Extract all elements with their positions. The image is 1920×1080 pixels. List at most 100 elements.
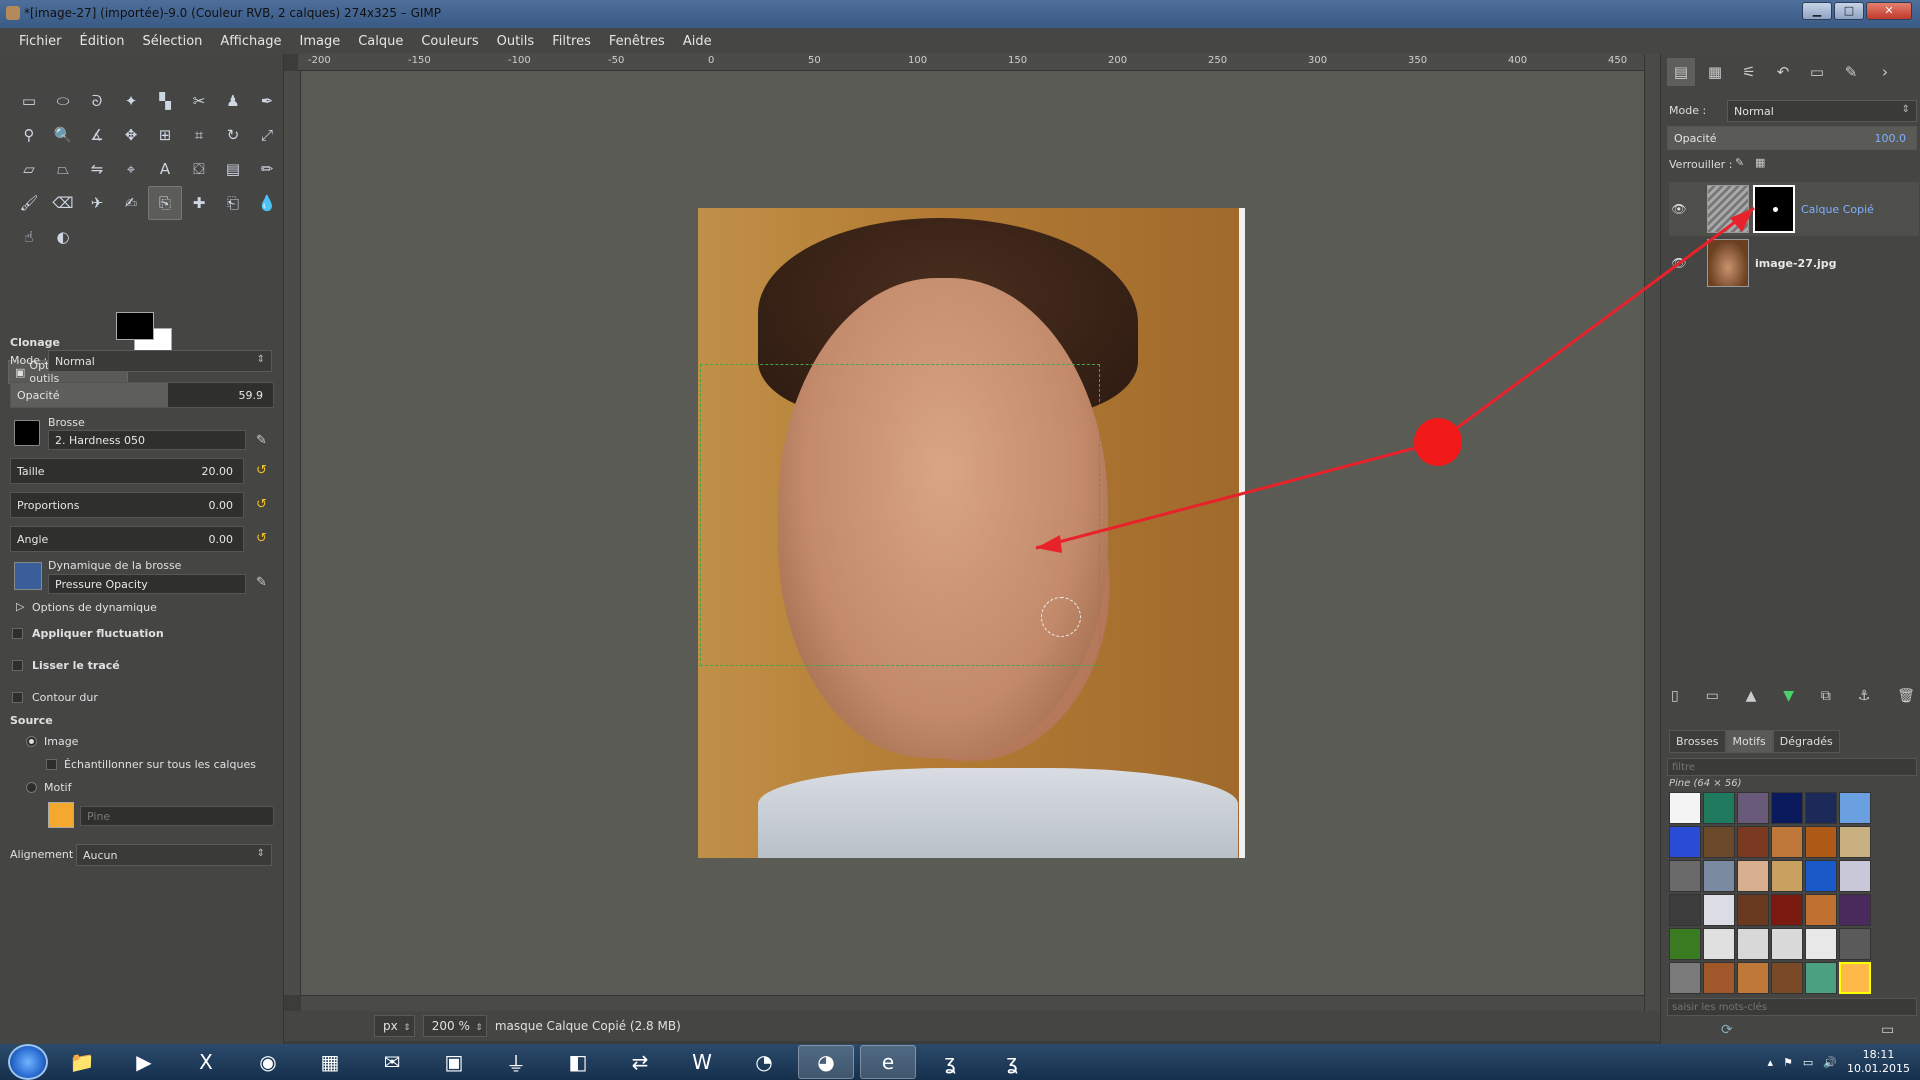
pattern-swatch[interactable]: [1669, 792, 1701, 824]
flip-tool-icon[interactable]: ⇋: [80, 152, 114, 186]
align-tool-icon[interactable]: ⊞: [148, 118, 182, 152]
lower-layer-icon[interactable]: ▼: [1783, 688, 1794, 704]
mode-select[interactable]: Normal: [48, 350, 272, 372]
pattern-swatch[interactable]: [1839, 826, 1871, 858]
pattern-swatch[interactable]: [1839, 928, 1871, 960]
images-tab-icon[interactable]: ▭: [1803, 58, 1831, 86]
monitor-taskbar-icon[interactable]: ▣: [426, 1045, 482, 1079]
smudge-tool-icon[interactable]: ☝: [12, 220, 46, 254]
pattern-swatch[interactable]: [1737, 962, 1769, 994]
pattern-filter-input[interactable]: [1667, 758, 1917, 776]
pattern-swatch[interactable]: [1771, 792, 1803, 824]
brush-preview[interactable]: [14, 420, 40, 446]
pattern-swatch[interactable]: [1703, 894, 1735, 926]
chrome-taskbar-icon[interactable]: ◉: [240, 1045, 296, 1079]
layers-tab-icon[interactable]: ▤: [1667, 58, 1695, 86]
menu-edition[interactable]: Édition: [71, 34, 134, 49]
menu-filtres[interactable]: Filtres: [543, 34, 600, 49]
gimp-taskbar-icon[interactable]: ◕: [798, 1045, 854, 1079]
foreground-select-tool-icon[interactable]: ♟: [216, 84, 250, 118]
minimize-button[interactable]: ▁: [1802, 2, 1832, 20]
paintbrush-tool-icon[interactable]: 🖌: [12, 186, 46, 220]
layer-row-calque-copie[interactable]: 👁 Calque Copié: [1669, 182, 1919, 236]
brushes-tab-icon[interactable]: ✎: [1837, 58, 1865, 86]
scissors-tool-icon[interactable]: ✂: [182, 84, 216, 118]
dynamics-field[interactable]: Pressure Opacity: [48, 574, 246, 594]
rotate-tool-icon[interactable]: ↻: [216, 118, 250, 152]
menu-selection[interactable]: Sélection: [133, 34, 211, 49]
pattern-swatch[interactable]: [1805, 928, 1837, 960]
menu-outils[interactable]: Outils: [488, 34, 544, 49]
network-icon[interactable]: ▭: [1803, 1056, 1813, 1069]
raise-layer-icon[interactable]: ▲: [1746, 688, 1757, 704]
rect-select-tool-icon[interactable]: ▭: [12, 84, 46, 118]
app-b-taskbar-icon[interactable]: ʓ: [984, 1045, 1040, 1079]
pattern-swatch[interactable]: [1737, 928, 1769, 960]
powerpoint-taskbar-icon[interactable]: ◧: [550, 1045, 606, 1079]
blend-tool-icon[interactable]: ▤: [216, 152, 250, 186]
source-image-radio[interactable]: [26, 736, 37, 747]
clock[interactable]: 18:11 10.01.2015: [1847, 1048, 1910, 1076]
gimp-small-taskbar-icon[interactable]: ◔: [736, 1045, 792, 1079]
blur-tool-icon[interactable]: 💧: [250, 186, 284, 220]
paths-tool-icon[interactable]: ✒: [250, 84, 284, 118]
dynamics-options-label[interactable]: Options de dynamique: [32, 601, 157, 614]
menu-image[interactable]: Image: [290, 34, 349, 49]
reset-proportions-icon[interactable]: ↺: [256, 498, 270, 512]
fuzzy-select-tool-icon[interactable]: ✦: [114, 84, 148, 118]
visibility-eye-icon[interactable]: 👁: [1669, 256, 1689, 270]
hard-edge-checkbox[interactable]: [12, 692, 23, 703]
start-button[interactable]: [8, 1044, 48, 1080]
menu-fenetres[interactable]: Fenêtres: [600, 34, 674, 49]
explorer-taskbar-icon[interactable]: 📁: [54, 1045, 110, 1079]
pattern-swatch[interactable]: [1669, 894, 1701, 926]
measure-tool-icon[interactable]: ∡: [80, 118, 114, 152]
zoom-tool-icon[interactable]: 🔍: [46, 118, 80, 152]
tab-gradients[interactable]: Dégradés: [1772, 730, 1840, 753]
pattern-swatch[interactable]: [1839, 894, 1871, 926]
pattern-swatch[interactable]: [1669, 826, 1701, 858]
open-folder-icon[interactable]: ▭: [1881, 1022, 1894, 1038]
color-picker-tool-icon[interactable]: ⚲: [12, 118, 46, 152]
flag-icon[interactable]: ⚑: [1783, 1056, 1793, 1069]
layer-mask-thumbnail[interactable]: [1753, 185, 1795, 233]
tab-brushes[interactable]: Brosses: [1669, 730, 1726, 753]
pattern-swatch[interactable]: [1805, 962, 1837, 994]
horizontal-scrollbar[interactable]: [301, 995, 1644, 1011]
layer-name[interactable]: image-27.jpg: [1755, 257, 1837, 270]
tags-input[interactable]: [1667, 998, 1917, 1016]
pattern-swatch[interactable]: [1703, 860, 1735, 892]
perspective-tool-icon[interactable]: ⏢: [46, 152, 80, 186]
delete-layer-icon[interactable]: 🗑: [1897, 688, 1915, 704]
word-taskbar-icon[interactable]: W: [674, 1045, 730, 1079]
pattern-swatch[interactable]: [1771, 928, 1803, 960]
perspective-clone-tool-icon[interactable]: ⎗: [216, 186, 250, 220]
text-tool-icon[interactable]: A: [148, 152, 182, 186]
new-layer-icon[interactable]: ▯: [1671, 688, 1679, 704]
pattern-swatch[interactable]: [1737, 792, 1769, 824]
pattern-swatch[interactable]: [1703, 826, 1735, 858]
menu-affichage[interactable]: Affichage: [211, 34, 290, 49]
opacity-field[interactable]: Opacité 59.9: [10, 382, 274, 408]
ellipse-select-tool-icon[interactable]: ⬭: [46, 84, 80, 118]
bucket-fill-tool-icon[interactable]: ⛋: [182, 152, 216, 186]
undo-tab-icon[interactable]: ↶: [1769, 58, 1797, 86]
color-select-tool-icon[interactable]: ▚: [148, 84, 182, 118]
source-pattern-radio[interactable]: [26, 782, 37, 793]
pattern-swatch[interactable]: [1805, 826, 1837, 858]
pattern-swatch[interactable]: [1737, 894, 1769, 926]
excel-taskbar-icon[interactable]: X: [178, 1045, 234, 1079]
ink-tool-icon[interactable]: ✍: [114, 186, 148, 220]
layer-row-image-27[interactable]: 👁 image-27.jpg: [1669, 236, 1919, 290]
dynamics-expander-icon[interactable]: ▷: [16, 600, 24, 613]
pattern-swatch[interactable]: [1771, 860, 1803, 892]
app-a-taskbar-icon[interactable]: ʓ: [922, 1045, 978, 1079]
outlook-taskbar-icon[interactable]: ✉: [364, 1045, 420, 1079]
dock-scroll-right-icon[interactable]: ›: [1871, 58, 1899, 86]
dynamics-icon[interactable]: [14, 562, 42, 590]
pattern-swatch[interactable]: [1703, 792, 1735, 824]
pattern-swatch[interactable]: [1669, 928, 1701, 960]
zoom-select[interactable]: 200 %: [422, 1015, 487, 1038]
calculator-taskbar-icon[interactable]: ▦: [302, 1045, 358, 1079]
channels-tab-icon[interactable]: ▦: [1701, 58, 1729, 86]
